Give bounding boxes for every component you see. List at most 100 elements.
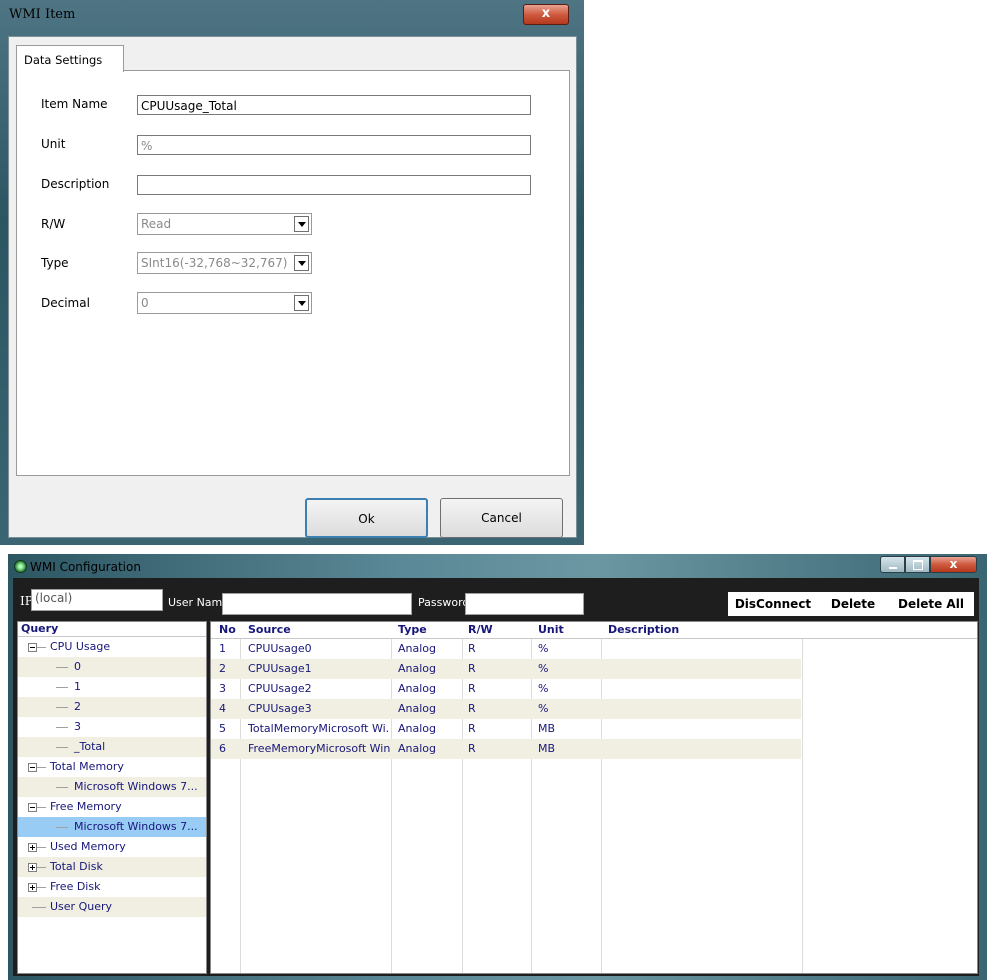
tree-node[interactable]: Used Memory xyxy=(18,837,206,857)
dialog-titlebar[interactable]: WMI Item x xyxy=(0,0,584,36)
tab-label: Data Settings xyxy=(24,53,103,67)
column-header[interactable]: No xyxy=(219,623,236,636)
table-cell: R xyxy=(468,662,476,675)
table-row[interactable]: 1 CPUUsage0 Analog R% xyxy=(211,639,801,659)
tree-node[interactable]: Free Disk xyxy=(18,877,206,897)
column-header[interactable]: Unit xyxy=(538,623,564,636)
tree-node-label: 3 xyxy=(74,720,81,733)
tree-node[interactable]: _Total xyxy=(18,737,206,757)
column-header[interactable]: Source xyxy=(248,623,291,636)
column-header[interactable]: Type xyxy=(398,623,427,636)
delete-all-button[interactable]: Delete All xyxy=(888,592,974,616)
username-input[interactable] xyxy=(222,593,412,615)
table-cell: 5 xyxy=(219,722,226,735)
delete-button[interactable]: Delete xyxy=(818,592,888,616)
ip-input[interactable]: (local) xyxy=(31,589,163,611)
expand-icon[interactable] xyxy=(28,883,37,892)
tree-node[interactable]: Free Memory xyxy=(18,797,206,817)
query-tree[interactable]: Query CPU Usage 0 1 2 3 _Total Total Memory Mic… xyxy=(17,621,207,974)
config-client: IP (local) User Name Password DisConnect… xyxy=(13,578,979,976)
maximize-button[interactable] xyxy=(905,556,930,573)
table-cell: Analog xyxy=(398,722,437,735)
table-cell: % xyxy=(538,662,549,675)
chevron-down-icon[interactable] xyxy=(294,295,309,311)
tree-body: CPU Usage 0 1 2 3 _Total Total Memory Microsoft… xyxy=(18,637,206,917)
table-cell: % xyxy=(538,702,549,715)
table-row[interactable]: 3 CPUUsage2 Analog R% xyxy=(211,679,801,699)
expand-icon[interactable] xyxy=(28,863,37,872)
type-select[interactable]: SInt16(-32,768~32,767) xyxy=(137,252,312,274)
disconnect-button[interactable]: DisConnect xyxy=(728,592,818,616)
tree-node-label: 1 xyxy=(74,680,81,693)
dialog-client: Data Settings Item Name CPUUsage_Total U… xyxy=(8,36,577,538)
item-name-input[interactable]: CPUUsage_Total xyxy=(137,95,531,115)
rw-value: Read xyxy=(141,217,172,231)
table-cell: Analog xyxy=(398,642,437,655)
password-input[interactable] xyxy=(465,593,584,615)
table-row[interactable]: 6 FreeMemoryMicrosoft Win... Analog R MB xyxy=(211,739,801,759)
tree-node[interactable]: Microsoft Windows 7... xyxy=(18,777,206,797)
table-cell: Analog xyxy=(398,662,437,675)
decimal-label: Decimal xyxy=(41,296,90,310)
table-cell: 4 xyxy=(219,702,226,715)
table-cell: MB xyxy=(538,722,556,735)
caption-buttons: x xyxy=(880,556,977,573)
item-name-label: Item Name xyxy=(41,97,108,111)
tab-panel: Item Name CPUUsage_Total Unit % Descript… xyxy=(16,70,570,476)
items-grid[interactable]: No Source Type R/W Unit Description 1 CPU… xyxy=(210,621,978,974)
tree-node-label: Microsoft Windows 7... xyxy=(74,820,198,833)
table-cell: CPUUsage0 xyxy=(248,642,312,655)
tree-node[interactable]: Total Memory xyxy=(18,757,206,777)
tree-node[interactable]: 2 xyxy=(18,697,206,717)
table-cell: % xyxy=(538,642,549,655)
tree-node-label: User Query xyxy=(50,900,112,913)
column-header[interactable]: R/W xyxy=(468,623,493,636)
tree-node[interactable]: User Query xyxy=(18,897,206,917)
table-cell: MB xyxy=(538,742,556,755)
tree-node[interactable]: 3 xyxy=(18,717,206,737)
password-label: Password xyxy=(418,596,470,609)
expand-icon[interactable] xyxy=(28,843,37,852)
close-icon: x xyxy=(541,6,551,21)
tab-data-settings[interactable]: Data Settings xyxy=(16,45,124,72)
tree-node[interactable]: Microsoft Windows 7... xyxy=(18,817,206,837)
chevron-down-icon[interactable] xyxy=(294,255,309,271)
collapse-icon[interactable] xyxy=(28,643,37,652)
collapse-icon[interactable] xyxy=(28,803,37,812)
collapse-icon[interactable] xyxy=(28,763,37,772)
decimal-select[interactable]: 0 xyxy=(137,292,312,314)
minimize-button[interactable] xyxy=(880,556,905,573)
username-label: User Name xyxy=(168,596,230,609)
close-button[interactable]: x xyxy=(930,556,977,573)
tree-node[interactable]: 1 xyxy=(18,677,206,697)
rw-select[interactable]: Read xyxy=(137,213,312,235)
close-button[interactable]: x xyxy=(523,4,569,25)
table-cell: Analog xyxy=(398,682,437,695)
table-cell: 3 xyxy=(219,682,226,695)
tree-node-label: _Total xyxy=(74,740,106,753)
column-header[interactable]: Description xyxy=(608,623,679,636)
table-cell: Analog xyxy=(398,702,437,715)
cancel-button[interactable]: Cancel xyxy=(440,498,563,538)
tree-node-label: Microsoft Windows 7... xyxy=(74,780,198,793)
description-input[interactable] xyxy=(137,175,531,195)
table-cell: FreeMemoryMicrosoft Win... xyxy=(248,742,390,755)
table-cell: R xyxy=(468,722,476,735)
table-cell: CPUUsage2 xyxy=(248,682,312,695)
table-cell: % xyxy=(538,682,549,695)
tree-node-label: 0 xyxy=(74,660,81,673)
table-row[interactable]: 4 CPUUsage3 Analog R% xyxy=(211,699,801,719)
tree-node[interactable]: CPU Usage xyxy=(18,637,206,657)
tree-node[interactable]: Total Disk xyxy=(18,857,206,877)
dialog-title: WMI Item xyxy=(9,7,76,22)
table-row[interactable]: 5 TotalMemoryMicrosoft Wi... Analog R MB xyxy=(211,719,801,739)
tree-node-label: 2 xyxy=(74,700,81,713)
ok-button[interactable]: Ok xyxy=(305,498,428,538)
chevron-down-icon[interactable] xyxy=(294,216,309,232)
unit-input[interactable]: % xyxy=(137,135,531,155)
table-row[interactable]: 2 CPUUsage1 Analog R% xyxy=(211,659,801,679)
app-icon xyxy=(14,560,27,573)
type-label: Type xyxy=(41,256,69,270)
decimal-value: 0 xyxy=(141,296,149,310)
tree-node[interactable]: 0 xyxy=(18,657,206,677)
